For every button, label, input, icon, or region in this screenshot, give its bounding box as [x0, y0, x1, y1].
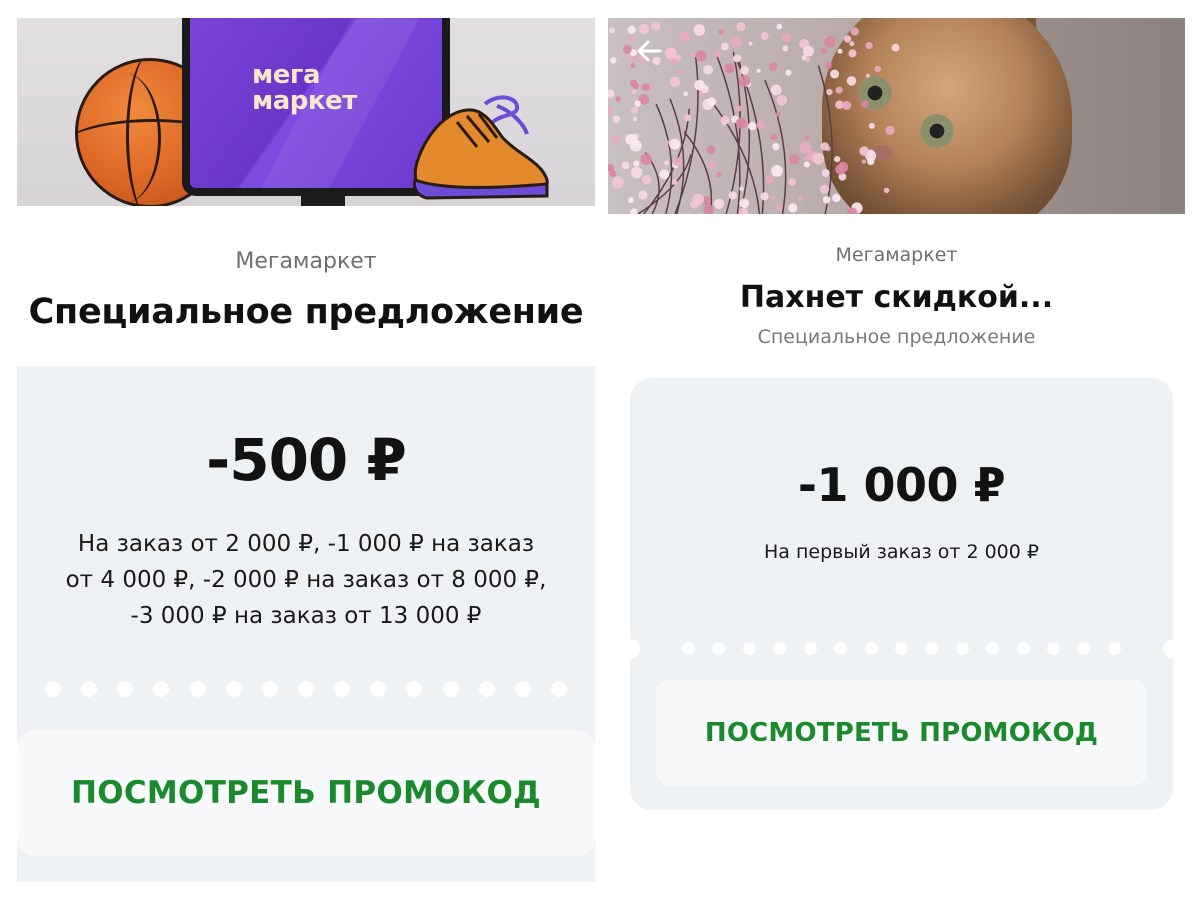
perforation-dot	[406, 681, 423, 697]
left-promo-card: мега маркет Мегамаркет Специальное предл…	[17, 0, 595, 901]
perforation-dot	[986, 642, 1000, 655]
discount-amount: -500 ₽	[206, 426, 407, 494]
perforation-dot	[682, 642, 695, 655]
offer-title: Пахнет скидкой...	[739, 280, 1054, 315]
perforation-dot	[297, 681, 314, 697]
coupon-notch	[620, 639, 640, 659]
perforation-dot	[225, 681, 242, 697]
perforation-dot	[478, 681, 495, 697]
hero-banner-megamarket: мега маркет	[17, 18, 595, 206]
perforation-dot	[81, 681, 98, 697]
perforation-dot	[1077, 642, 1091, 655]
perforation-dot	[834, 642, 848, 655]
discount-conditions: На заказ от 2 000 ₽, -1 000 ₽ на заказ о…	[37, 526, 575, 634]
perforation-divider	[45, 681, 567, 697]
condition-line: -3 000 ₽ на заказ от 13 000 ₽	[130, 603, 482, 629]
kitten-eye	[920, 114, 954, 148]
show-promocode-button[interactable]: ПОСМОТРЕТЬ ПРОМОКОД	[656, 680, 1147, 786]
right-promo-card: Мегамаркет Пахнет скидкой... Специальное…	[608, 0, 1185, 901]
hero-banner-kitten	[608, 18, 1185, 214]
offer-title: Специальное предложение	[28, 292, 584, 332]
promo-coupon: -500 ₽ На заказ от 2 000 ₽, -1 000 ₽ на …	[17, 366, 595, 882]
promo-coupon: -1 000 ₽ На первый заказ от 2 000 ₽ ПОСМ…	[620, 378, 1183, 810]
show-promocode-button[interactable]: ПОСМОТРЕТЬ ПРОМОКОД	[17, 730, 595, 856]
perforation-dot	[45, 681, 61, 697]
perforation-dot	[261, 681, 278, 697]
perforation-dot	[370, 681, 387, 697]
megamarket-logo: мега маркет	[252, 60, 357, 116]
perforation-dot	[514, 681, 531, 697]
brand-name: Мегамаркет	[835, 244, 958, 266]
perforation-dot	[712, 642, 726, 655]
condition-line: от 4 000 ₽, -2 000 ₽ на заказ от 8 000 ₽…	[65, 567, 547, 593]
sneaker-illustration	[413, 95, 549, 200]
back-arrow-icon[interactable]	[634, 36, 664, 66]
brand-name: Мегамаркет	[235, 249, 377, 274]
perforation-dot	[1016, 642, 1030, 655]
perforation-dot	[1107, 642, 1121, 655]
perforation-dot	[773, 642, 787, 655]
coupon-notch	[1163, 639, 1183, 659]
offer-subtitle: Специальное предложение	[757, 326, 1036, 348]
perforation-dot	[189, 681, 206, 697]
perforation-dot	[442, 681, 459, 697]
perforation-dot	[925, 642, 939, 655]
perforation-divider	[682, 642, 1121, 655]
perforation-dot	[742, 642, 756, 655]
perforation-dot	[153, 681, 170, 697]
condition-line: На заказ от 2 000 ₽, -1 000 ₽ на заказ	[77, 531, 535, 557]
perforation-dot	[803, 642, 817, 655]
discount-amount: -1 000 ₽	[797, 458, 1006, 512]
perforation-dot	[1047, 642, 1061, 655]
perforation-dot	[955, 642, 969, 655]
perforation-dot	[334, 681, 351, 697]
perforation-dot	[117, 681, 134, 697]
discount-conditions: На первый заказ от 2 000 ₽	[764, 541, 1039, 563]
perforation-dot	[864, 642, 878, 655]
perforation-dot	[894, 642, 908, 655]
perforation-dot	[550, 681, 567, 697]
